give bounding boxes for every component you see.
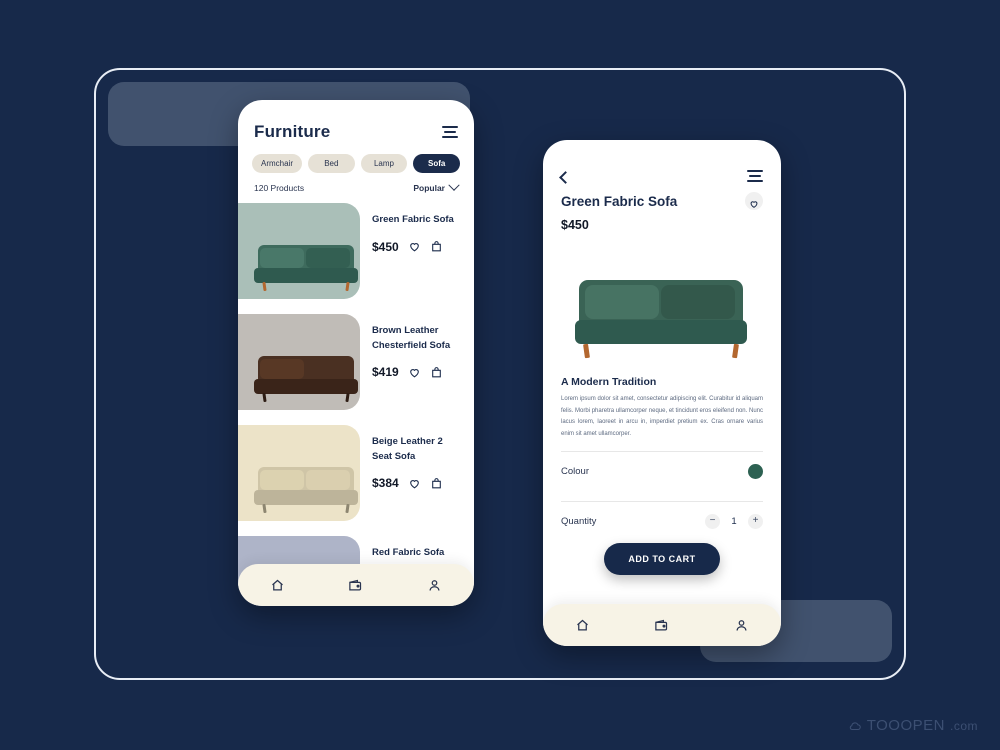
product-info: Brown Leather Chesterfield Sofa $419 [360, 310, 474, 421]
list-item[interactable]: Beige Leather 2 Seat Sofa $384 [238, 421, 474, 532]
design-canvas: Furniture Armchair Bed Lamp Sofa 120 Pro… [0, 0, 1000, 750]
sofa-illustration [254, 245, 358, 292]
shopping-bag-icon[interactable] [430, 240, 443, 253]
colour-label: Colour [561, 465, 589, 477]
heart-icon[interactable] [408, 366, 421, 379]
heart-icon[interactable] [408, 240, 421, 253]
sofa-illustration [575, 280, 747, 359]
watermark: TOOOPEN .com [848, 717, 978, 734]
user-icon[interactable] [734, 618, 749, 633]
list-item[interactable]: Green Fabric Sofa $450 [238, 199, 474, 310]
heart-icon[interactable] [408, 477, 421, 490]
product-name: Green Fabric Sofa [372, 214, 454, 225]
colour-swatch[interactable] [748, 463, 763, 479]
product-name: Brown Leather Chesterfield Sofa [372, 325, 451, 351]
list-topbar: Furniture [238, 100, 474, 142]
heart-icon [749, 196, 759, 208]
detail-title-row: Green Fabric Sofa [543, 182, 781, 210]
product-price: $450 [372, 239, 399, 254]
presentation-frame [94, 68, 906, 680]
sort-label: Popular [413, 183, 445, 193]
wallet-icon[interactable] [654, 618, 669, 633]
hamburger-icon[interactable] [442, 126, 458, 138]
product-thumbnail [238, 425, 360, 521]
phone-product-list: Furniture Armchair Bed Lamp Sofa 120 Pro… [238, 100, 474, 606]
quantity-increase-button[interactable]: + [748, 513, 763, 529]
shopping-bag-icon[interactable] [430, 366, 443, 379]
product-count-label: 120 Products [254, 183, 305, 193]
product-price: $450 [561, 218, 589, 232]
product-price-row: $450 [372, 240, 462, 254]
product-title: Green Fabric Sofa [561, 193, 678, 209]
bottom-navigation [543, 604, 781, 646]
favorite-button[interactable] [745, 192, 763, 210]
product-price: $384 [372, 476, 399, 491]
product-price-row: $384 [372, 476, 462, 490]
quantity-decrease-button[interactable]: − [705, 513, 720, 529]
detail-topbar [543, 140, 781, 184]
product-name: Beige Leather 2 Seat Sofa [372, 436, 443, 462]
product-price-row: $419 [372, 365, 462, 379]
cloud-icon [848, 719, 862, 733]
category-chip-row: Armchair Bed Lamp Sofa [238, 142, 474, 173]
product-list: Green Fabric Sofa $450 Brown Leather Che… [238, 199, 474, 606]
sofa-illustration [254, 356, 358, 403]
wallet-icon[interactable] [348, 578, 363, 593]
quantity-value: 1 [731, 515, 737, 527]
shopping-bag-icon[interactable] [430, 477, 443, 490]
hamburger-icon[interactable] [747, 170, 763, 182]
detail-description-block: A Modern Tradition Lorem ipsum dolor sit… [543, 370, 781, 441]
list-item[interactable]: Brown Leather Chesterfield Sofa $419 [238, 310, 474, 421]
chevron-down-icon [448, 179, 460, 191]
home-icon[interactable] [575, 618, 590, 633]
category-chip-sofa[interactable]: Sofa [413, 154, 460, 173]
bottom-navigation [238, 564, 474, 606]
cart-button-wrap: ADD TO CART [543, 542, 781, 575]
product-thumbnail [238, 203, 360, 299]
quantity-row: Quantity − 1 + [543, 502, 781, 541]
hero-product-image [543, 252, 781, 364]
page-title: Furniture [254, 122, 331, 141]
sort-dropdown[interactable]: Popular [413, 179, 460, 193]
section-title: A Modern Tradition [561, 376, 657, 388]
category-chip-armchair[interactable]: Armchair [252, 154, 303, 173]
user-icon[interactable] [427, 578, 442, 593]
home-icon[interactable] [270, 578, 285, 593]
quantity-label: Quantity [561, 515, 597, 527]
list-meta-row: 120 Products Popular [238, 173, 474, 199]
category-chip-bed[interactable]: Bed [308, 154, 355, 173]
colour-row: Colour [543, 452, 781, 491]
product-price: $419 [372, 365, 399, 380]
watermark-suffix: .com [949, 718, 978, 733]
description-text: Lorem ipsum dolor sit amet, consectetur … [561, 396, 763, 438]
add-to-cart-button[interactable]: ADD TO CART [604, 542, 720, 575]
product-info: Green Fabric Sofa $450 [360, 199, 474, 310]
sofa-illustration [254, 467, 358, 514]
product-info: Beige Leather 2 Seat Sofa $384 [360, 421, 474, 532]
category-chip-lamp[interactable]: Lamp [360, 154, 408, 173]
phone-product-detail: Green Fabric Sofa $450 A Modern Traditio… [543, 140, 781, 646]
product-thumbnail [238, 314, 360, 410]
product-name: Red Fabric Sofa [372, 547, 445, 558]
quantity-stepper: − 1 + [705, 513, 763, 529]
watermark-brand: TOOOPEN [866, 717, 945, 734]
